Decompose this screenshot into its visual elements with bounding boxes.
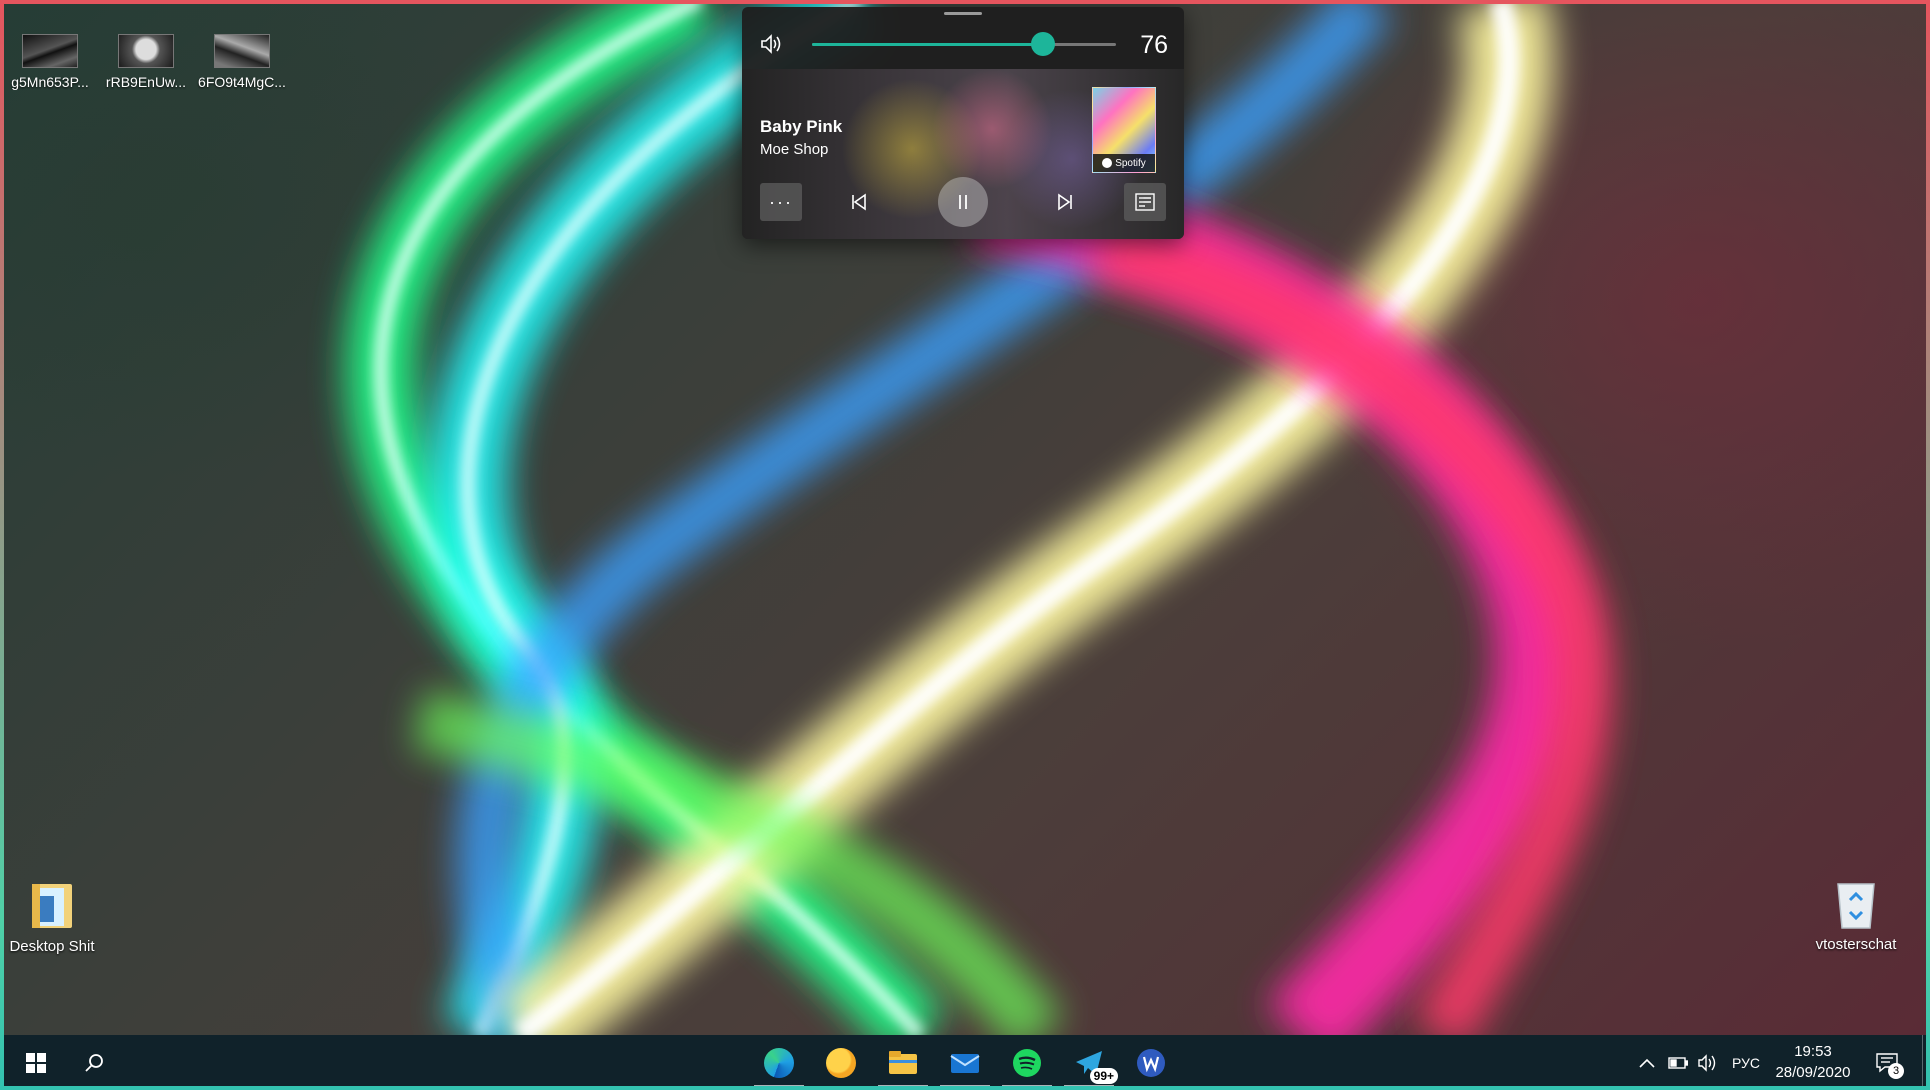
recycle-bin-icon [1832, 876, 1880, 930]
spotify-icon [1013, 1048, 1041, 1077]
file-explorer-icon [889, 1050, 917, 1074]
taskbar: 99+ РУС 19:53 28/09/2020 3 [0, 1035, 1930, 1090]
next-track-button[interactable] [1046, 183, 1084, 221]
desktop-file-icon-1[interactable]: g5Mn653P... [4, 34, 96, 90]
taskbar-app-spotify[interactable] [1002, 1035, 1052, 1090]
spotify-icon [1102, 158, 1113, 168]
clock[interactable]: 19:53 28/09/2020 [1772, 1041, 1854, 1083]
recycle-bin[interactable]: vtosterschat [1801, 876, 1911, 953]
unread-count-badge: 99+ [1089, 1068, 1118, 1084]
pause-icon [959, 195, 967, 209]
speaker-icon[interactable] [760, 33, 784, 55]
weather-icon [826, 1047, 856, 1078]
taskbar-app-word[interactable] [1126, 1035, 1176, 1090]
recycle-bin-label: vtosterschat [1815, 936, 1897, 953]
word-icon [1137, 1048, 1165, 1077]
desktop-file-icon-3[interactable]: 6FO9t4MgC... [196, 34, 288, 90]
windows-icon [26, 1052, 46, 1073]
taskbar-app-explorer[interactable] [878, 1035, 928, 1090]
track-artist: Moe Shop [760, 141, 829, 158]
clock-time: 19:53 [1794, 1043, 1832, 1060]
source-badge: Spotify [1093, 154, 1155, 172]
source-label: Spotify [1115, 157, 1146, 169]
language-indicator[interactable]: РУС [1728, 1035, 1764, 1090]
taskbar-app-telegram[interactable]: 99+ [1064, 1035, 1118, 1090]
album-cover: Spotify [1092, 87, 1156, 173]
language-label: РУС [1731, 1054, 1761, 1071]
open-app-button[interactable] [1124, 183, 1166, 221]
battery-button[interactable] [1666, 1035, 1690, 1090]
track-title: Baby Pink [760, 117, 843, 136]
search-icon [85, 1053, 103, 1072]
start-button[interactable] [14, 1035, 58, 1090]
running-indicator [878, 1085, 928, 1088]
volume-tray-button[interactable] [1696, 1035, 1720, 1090]
previous-track-button[interactable] [840, 183, 878, 221]
action-center-button[interactable] [1870, 1035, 1904, 1090]
pause-button[interactable] [938, 177, 988, 227]
volume-slider[interactable] [812, 32, 1116, 56]
notification-count-badge: 3 [1888, 1063, 1904, 1079]
desktop-folder[interactable]: Desktop Shit [0, 878, 107, 955]
desktop-file-label: g5Mn653P... [11, 74, 89, 90]
search-button[interactable] [72, 1035, 116, 1090]
desktop-file-label: rRB9EnUw... [105, 74, 187, 90]
folder-label: Desktop Shit [9, 938, 95, 955]
volume-slider-thumb[interactable] [1031, 32, 1056, 56]
desktop-file-icon-2[interactable]: rRB9EnUw... [100, 34, 192, 90]
image-thumbnail-icon [22, 34, 78, 68]
mail-icon [950, 1053, 980, 1073]
media-app-icon [1135, 193, 1155, 211]
taskbar-app-weather[interactable] [816, 1035, 866, 1090]
media-flyout: 76 Baby Pink Moe Shop Spotify ··· [742, 7, 1184, 239]
taskbar-app-mail[interactable] [940, 1035, 990, 1090]
show-desktop-button[interactable] [1922, 1035, 1928, 1090]
battery-icon [1668, 1056, 1688, 1069]
speaker-icon [1698, 1053, 1716, 1072]
image-thumbnail-icon [118, 34, 174, 68]
running-indicator [754, 1085, 804, 1088]
skip-forward-icon [1058, 193, 1072, 211]
edge-icon [764, 1047, 794, 1078]
flyout-drag-handle[interactable] [944, 12, 982, 15]
desktop-file-label: 6FO9t4MgC... [198, 74, 286, 90]
running-indicator [940, 1085, 990, 1088]
image-thumbnail-icon [214, 34, 270, 68]
tray-overflow-button[interactable] [1636, 1035, 1658, 1090]
volume-slider-fill [812, 43, 1044, 46]
running-indicator [1002, 1085, 1052, 1088]
running-indicator [1064, 1085, 1114, 1088]
clock-date: 28/09/2020 [1775, 1064, 1851, 1081]
chevron-up-icon [1639, 1058, 1655, 1068]
taskbar-app-edge[interactable] [754, 1035, 804, 1090]
folder-icon [28, 878, 76, 932]
skip-back-icon [852, 193, 866, 211]
more-options-button[interactable]: ··· [760, 183, 802, 221]
volume-value: 76 [1140, 31, 1168, 59]
